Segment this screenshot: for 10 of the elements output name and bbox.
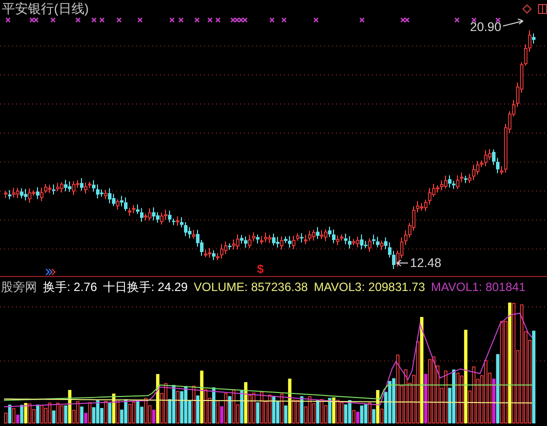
chart-title: 平安银行(日线): [2, 1, 89, 17]
indicator-value: 换手: 2.76: [43, 279, 98, 296]
indicator-value: 十日换手: 24.29: [103, 279, 188, 296]
indicator-value: MAVOL1: 801841: [431, 279, 526, 296]
indicator-name: 股旁网: [1, 279, 37, 296]
high-price-label: 20.90: [470, 20, 502, 35]
indicator-value: MAVOL3: 209831.73: [314, 279, 425, 296]
signal-glyph: $: [257, 262, 264, 276]
indicator-value: VOLUME: 857236.38: [194, 279, 308, 296]
low-price-label: 12.48: [410, 256, 442, 271]
